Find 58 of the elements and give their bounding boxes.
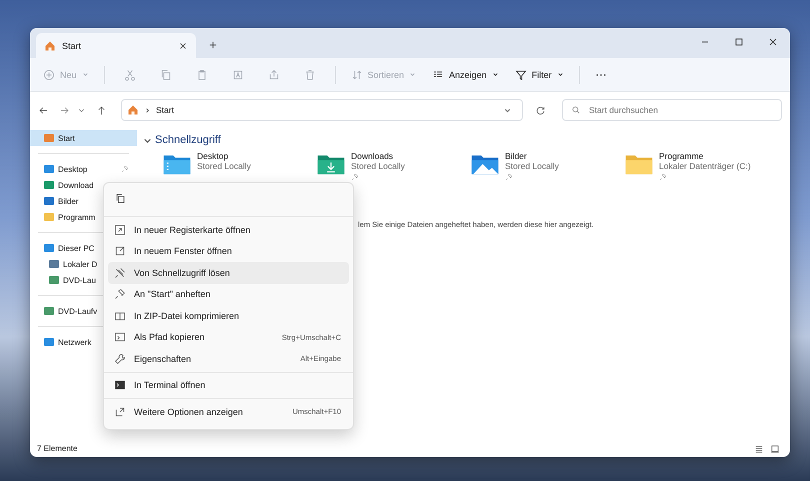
new-tab-icon xyxy=(114,224,126,236)
sidebar-item[interactable]: Desktop xyxy=(30,161,137,177)
sidebar-item[interactable]: Bilder xyxy=(30,193,137,209)
back-arrow-icon[interactable] xyxy=(38,104,49,116)
pin-icon xyxy=(659,173,667,181)
menu-item[interactable]: In ZIP-Datei komprimieren xyxy=(108,305,349,326)
menu-item[interactable]: An "Start" anheften xyxy=(108,284,349,305)
archive-icon xyxy=(114,310,126,322)
copy-icon[interactable] xyxy=(115,193,126,204)
chevron-icon xyxy=(492,71,499,78)
address-bar[interactable]: Start xyxy=(121,99,523,121)
sort-icon xyxy=(350,68,363,80)
filter-button[interactable]: Filter xyxy=(510,64,569,84)
folder-name: Bilder xyxy=(505,151,528,161)
folder-location: Stored Locally xyxy=(197,161,251,171)
forward-arrow-icon[interactable] xyxy=(59,104,70,116)
view-button[interactable]: Anzeigen xyxy=(427,64,504,84)
plus-icon[interactable] xyxy=(208,40,218,50)
folder-name: Programme xyxy=(659,151,704,161)
search-field[interactable]: Start durchsuchen xyxy=(562,99,782,121)
folder-name: Desktop xyxy=(197,151,230,161)
search-icon xyxy=(571,105,581,115)
chevron-icon xyxy=(144,106,151,114)
path-icon xyxy=(114,331,126,344)
tiles-view-icon[interactable] xyxy=(770,444,780,454)
folder-location: Stored Locally xyxy=(351,161,405,171)
expand-icon xyxy=(114,406,126,418)
new-window-icon xyxy=(114,245,126,258)
wrench-icon xyxy=(114,352,126,365)
close-icon[interactable] xyxy=(767,36,779,48)
chevron-icon xyxy=(82,71,89,78)
tab-title: Start xyxy=(62,40,82,50)
folder-location: Lokaler Datenträger (C:) xyxy=(659,161,751,171)
tab[interactable]: Start xyxy=(36,33,196,58)
folder-location: Stored Locally xyxy=(505,161,559,171)
folder-name: Downloads xyxy=(351,151,394,161)
close-icon[interactable] xyxy=(178,40,188,50)
up-arrow-icon[interactable] xyxy=(96,104,107,116)
pin-icon xyxy=(351,173,359,181)
chevron-icon xyxy=(409,71,416,78)
details-view-icon[interactable] xyxy=(754,444,764,454)
menu-item[interactable]: In neuem Fenster öffnen xyxy=(108,240,349,262)
menu-item[interactable]: In Terminal öffnen xyxy=(108,374,349,396)
filter-icon xyxy=(514,68,527,80)
pin-icon xyxy=(114,288,126,300)
refresh-icon[interactable] xyxy=(535,104,546,116)
pin-icon xyxy=(505,173,513,181)
terminal-icon xyxy=(114,379,126,392)
pin-icon xyxy=(121,165,129,173)
section-title: Schnellzugriff xyxy=(155,134,221,146)
sidebar-item[interactable]: Start xyxy=(30,130,137,146)
sidebar-item[interactable]: Download xyxy=(30,177,137,193)
menu-item[interactable]: Von Schnellzugriff lösen xyxy=(108,262,349,284)
address-path: Start xyxy=(156,105,174,115)
item-count: 7 Elemente xyxy=(37,444,78,453)
maximize-icon[interactable] xyxy=(733,36,745,48)
unpin-icon xyxy=(114,266,126,279)
chevron-icon xyxy=(556,71,564,78)
